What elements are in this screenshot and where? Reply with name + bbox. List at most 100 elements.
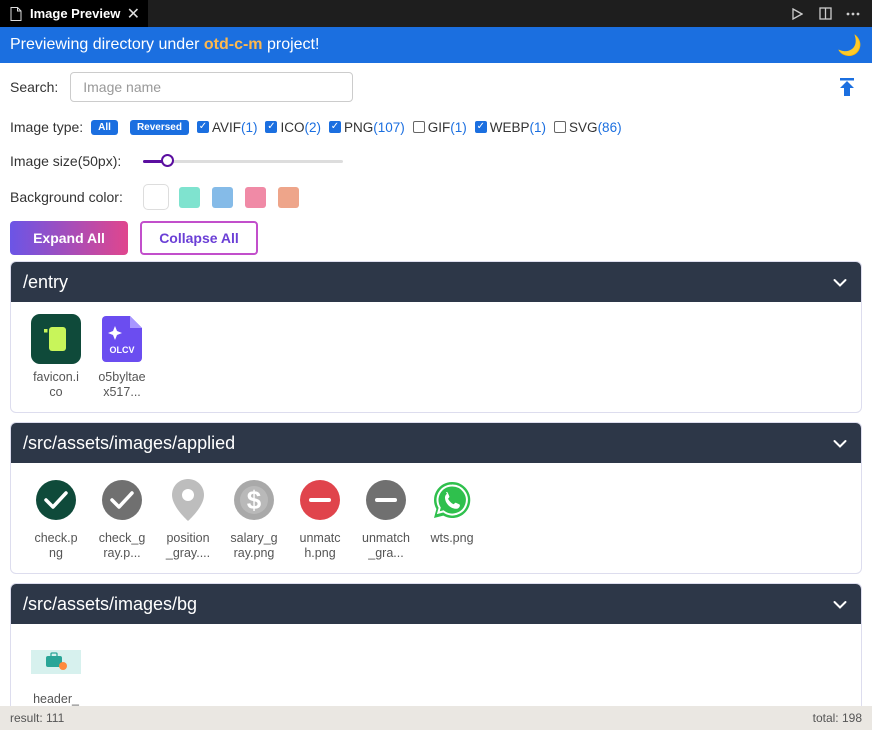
directory-section: /src/assets/images/bg header_ bbox=[10, 583, 862, 720]
editor-actions bbox=[790, 0, 872, 27]
collapse-all-button[interactable]: Collapse All bbox=[140, 221, 258, 255]
minus-red-icon bbox=[295, 475, 345, 525]
project-banner: Previewing directory under otd-c-m proje… bbox=[0, 27, 872, 63]
background-color-label: Background color: bbox=[10, 189, 123, 205]
type-count: (1) bbox=[529, 119, 547, 135]
color-swatch[interactable] bbox=[142, 184, 169, 210]
check-dark-icon bbox=[31, 475, 81, 525]
checkbox-gif[interactable] bbox=[412, 121, 425, 133]
banner-suffix: project! bbox=[262, 36, 320, 53]
type-filter-png[interactable]: ✓ PNG (107) bbox=[329, 120, 405, 135]
banner-text: Previewing directory under otd-c-m proje… bbox=[10, 36, 319, 54]
checkbox-webp[interactable]: ✓ bbox=[474, 121, 487, 133]
color-swatch[interactable] bbox=[178, 186, 200, 208]
chevron-down-icon[interactable] bbox=[833, 433, 847, 454]
image-item[interactable]: unmatch.png bbox=[287, 475, 353, 561]
expand-collapse-row: Expand All Collapse All bbox=[10, 215, 862, 261]
checkbox-svg[interactable] bbox=[554, 121, 567, 133]
color-swatch[interactable] bbox=[244, 186, 266, 208]
image-item[interactable]: favicon.ico bbox=[23, 314, 89, 400]
type-filter-svg[interactable]: SVG (86) bbox=[554, 120, 622, 135]
section-body: favicon.ico OLCV o5byltaex517... bbox=[11, 302, 861, 412]
type-filter-gif[interactable]: GIF (1) bbox=[412, 119, 467, 135]
section-body: header_ bbox=[11, 624, 861, 719]
checkbox-ico[interactable]: ✓ bbox=[265, 121, 278, 133]
color-swatch[interactable] bbox=[211, 186, 233, 208]
image-name: salary_gray.png bbox=[230, 531, 278, 560]
type-count: (86) bbox=[597, 119, 622, 135]
image-size-row: Image size(50px): bbox=[10, 143, 862, 179]
image-name: check.png bbox=[34, 531, 78, 560]
type-name: WEBP bbox=[489, 119, 530, 135]
check-gray-icon bbox=[97, 475, 147, 525]
svg-text:OLCV: OLCV bbox=[109, 345, 134, 355]
svg-text:$: $ bbox=[247, 485, 262, 515]
type-name: ICO bbox=[280, 119, 305, 135]
section-header[interactable]: /src/assets/images/bg bbox=[11, 584, 861, 624]
favicon-icon bbox=[31, 314, 81, 364]
color-swatch[interactable] bbox=[277, 186, 299, 208]
color-swatches bbox=[142, 184, 299, 210]
image-item[interactable]: check_gray.p... bbox=[89, 475, 155, 561]
type-name: AVIF bbox=[211, 119, 241, 135]
checkbox-png[interactable]: ✓ bbox=[329, 121, 341, 133]
image-item[interactable]: unmatch_gra... bbox=[353, 475, 419, 561]
type-count: (107) bbox=[373, 119, 405, 135]
image-name: wts.png bbox=[430, 531, 474, 545]
olcv-file-icon: OLCV bbox=[97, 314, 147, 364]
reversed-button[interactable]: Reversed bbox=[129, 119, 189, 135]
image-size-label: Image size(50px): bbox=[10, 153, 122, 169]
type-filter-webp[interactable]: ✓ WEBP (1) bbox=[474, 119, 547, 135]
image-item[interactable]: check.png bbox=[23, 475, 89, 561]
type-name: GIF bbox=[427, 119, 451, 135]
type-count: (1) bbox=[240, 119, 258, 135]
chevron-down-icon[interactable] bbox=[833, 272, 847, 293]
type-name: SVG bbox=[569, 119, 598, 135]
location-pin-icon bbox=[163, 475, 213, 525]
file-icon bbox=[10, 6, 22, 21]
section-path: /src/assets/images/bg bbox=[23, 593, 198, 614]
image-size-slider[interactable] bbox=[143, 154, 344, 168]
directory-section: /entry favicon.ico OLCV o5byltaex517... bbox=[10, 261, 862, 413]
section-body: check.png check_gray.p... position_gray...… bbox=[11, 463, 861, 573]
run-icon[interactable] bbox=[790, 7, 804, 21]
close-icon[interactable]: ✕ bbox=[127, 4, 140, 24]
result-count: result: 111 bbox=[10, 711, 65, 725]
type-filter-avif[interactable]: ✓ AVIF (1) bbox=[196, 119, 258, 135]
tab-image-preview[interactable]: Image Preview ✕ bbox=[0, 0, 148, 27]
total-count: total: 198 bbox=[812, 711, 862, 725]
image-item[interactable]: $ salary_gray.png bbox=[221, 475, 287, 561]
project-name: otd-c-m bbox=[203, 36, 263, 53]
scroll-to-top-icon[interactable] bbox=[836, 76, 858, 98]
slider-thumb[interactable] bbox=[161, 154, 175, 167]
checkbox-avif[interactable]: ✓ bbox=[196, 121, 209, 133]
image-item[interactable]: position_gray.... bbox=[155, 475, 221, 561]
image-item[interactable]: header_ bbox=[23, 648, 89, 707]
expand-all-button[interactable]: Expand All bbox=[10, 221, 128, 255]
image-name: favicon.ico bbox=[33, 370, 79, 399]
search-input[interactable] bbox=[70, 72, 354, 102]
image-name: header_ bbox=[33, 692, 79, 706]
directory-section: /src/assets/images/applied check.png check… bbox=[10, 422, 862, 574]
type-filter-list: ✓ AVIF (1) ✓ ICO (2) ✓ PNG (107) GIF (1) ✓ WEBP (1) SV… bbox=[196, 119, 622, 135]
image-item[interactable]: wts.png bbox=[419, 475, 485, 561]
section-path: /src/assets/images/applied bbox=[23, 432, 236, 453]
minus-gray-icon bbox=[361, 475, 411, 525]
section-header[interactable]: /src/assets/images/applied bbox=[11, 423, 861, 463]
chevron-down-icon[interactable] bbox=[833, 594, 847, 615]
all-button[interactable]: All bbox=[91, 119, 118, 135]
more-actions-icon[interactable] bbox=[846, 7, 860, 21]
image-item[interactable]: OLCV o5byltaex517... bbox=[89, 314, 155, 400]
search-row: Search: bbox=[10, 63, 862, 111]
split-editor-icon[interactable] bbox=[818, 7, 832, 21]
type-filter-ico[interactable]: ✓ ICO (2) bbox=[265, 120, 321, 135]
image-type-label: Image type: bbox=[10, 119, 84, 135]
section-header[interactable]: /entry bbox=[11, 262, 861, 302]
whatsapp-icon bbox=[427, 475, 477, 525]
image-name: o5byltaex517... bbox=[98, 370, 146, 399]
type-count: (1) bbox=[450, 119, 467, 135]
image-name: unmatch_gra... bbox=[362, 531, 410, 560]
moon-icon[interactable]: 🌙 bbox=[837, 33, 862, 58]
directory-sections: /entry favicon.ico OLCV o5byltaex517... /src… bbox=[0, 261, 872, 720]
tab-bar: Image Preview ✕ bbox=[0, 0, 872, 27]
